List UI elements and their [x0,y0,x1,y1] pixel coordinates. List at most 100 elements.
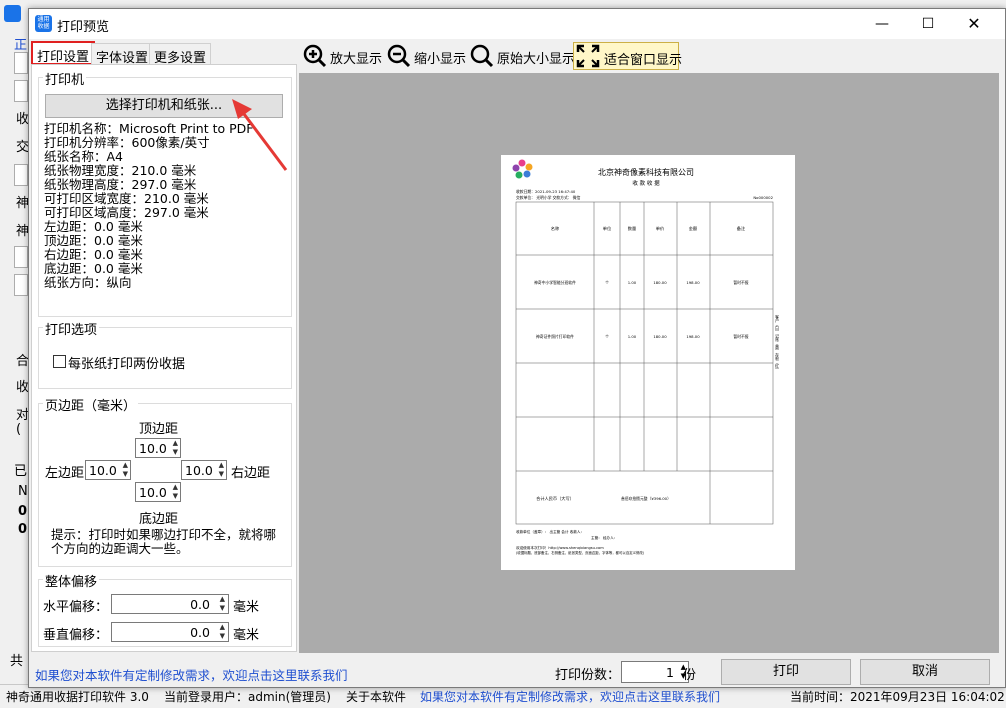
margins-group: 页边距（毫米） 顶边距 10.0 ▲ ▼ 左边距 10.0 ▲ ▼ 10.0 ▲ ▼ 右边距… [38,395,292,567]
print-options-group: 打印选项 每张纸打印两份收据 [38,319,292,389]
sign-line-2: 主管： 经办人： [591,535,617,540]
receipt-date: 收款日期：2021-09-23 16:47:40 [516,189,576,194]
orientation-info: 纸张方向：纵向 [44,275,132,290]
close-button[interactable]: ✕ [951,9,997,39]
dialog-title: 打印预览 [57,20,110,35]
bottom-margin-label: 底边距 [139,512,179,527]
original-size-button[interactable]: 原始大小显示 [470,42,575,70]
row2-unit: 个 [605,334,609,339]
vertical-offset-spinner[interactable]: 0.0 ▲ ▼ [111,622,229,642]
copies-label: 打印份数： [555,668,621,683]
zoom-in-button[interactable]: 放大显示 [303,42,383,70]
right-margin-spinner[interactable]: 10.0 ▲ ▼ [181,460,227,480]
receipt-footer-2: (收据标题、底部备注、右侧备注、纸张类型、页面边距、字体等，都可以自定义修改) [516,550,645,555]
paper-width: 纸张物理宽度：210.0 毫米 [44,163,197,178]
contact-link[interactable]: 如果您对本软件有定制修改需求，欢迎点击这里联系我们 [35,665,348,684]
row2-amount: 198.00 [686,334,700,339]
bg-char: 已 [14,464,28,479]
bg-field [14,80,28,102]
two-copies-checkbox[interactable] [53,355,66,368]
receipt-side-note: 客户（白）记账（黄）存根（红） [774,314,780,372]
paper-height: 纸张物理高度：297.0 毫米 [44,177,197,192]
row2-name: 神奇证件照片打印软件 [536,334,574,339]
printable-width: 可打印区域宽度：210.0 毫米 [44,191,209,206]
receipt-number: No000002 [753,195,773,200]
receipt-company: 北京神奇像素科技有限公司 [598,167,694,177]
row1-quantity: 1.00 [628,280,637,285]
minimize-button[interactable]: — [859,9,905,39]
printer-info: 打印机名称：Microsoft Print to PDF 打印机分辨率：600像… [44,122,253,290]
vertical-offset-unit: 毫米 [233,628,260,643]
copies-spinner[interactable]: 1 ▲ ▼ [621,661,689,683]
margins-title: 页边距（毫米） [43,395,139,414]
company-logo-icon [512,159,533,179]
receipt-title: 收 款 收 据 [632,179,660,187]
row1-name: 神奇中小学智能分班软件 [534,280,576,285]
print-preview-dialog: 通用收据 打印预览 — ☐ ✕ 打印设置 字体设置 更多设置 打印机 选择打印机… [28,8,1006,688]
margin-hint: 提示：打印时如果哪边打印不全，就将哪个方向的边距调大一些。 [51,527,277,556]
header-quantity: 数量 [628,225,636,232]
top-margin-spinner[interactable]: 10.0 ▲ ▼ [135,438,181,458]
bg-link: 如果您对本软件有定制修改需求，欢迎点击这里联系我们 [420,690,721,704]
printer-group-title: 打印机 [43,69,87,88]
total-label: 合计人民币（大写） [536,495,574,502]
bottom-bar: 如果您对本软件有定制修改需求，欢迎点击这里联系我们 打印份数： 1 ▲ ▼ 份 打印… [29,657,1005,687]
bg-char: 正 [14,38,28,53]
row2-quantity: 1.00 [628,334,637,339]
two-copies-label: 每张纸打印两份收据 [68,357,186,372]
background-left-strip: 正 收 交 神 神 合 收 对 ( 已 N 0 0 共 [0,30,30,680]
top-margin-label: 顶边距 [139,422,179,437]
row1-unit: 个 [605,280,609,285]
print-button[interactable]: 打印 [721,659,851,685]
tab-font-settings[interactable]: 字体设置 [91,43,154,66]
tab-print-settings[interactable]: 打印设置 [31,41,96,65]
bg-app-name: 神奇通用收据打印软件 3.0 [6,690,149,704]
row1-price: 180.00 [653,280,667,285]
copies-unit: 份 [683,668,697,683]
print-settings-panel: 打印机 选择打印机和纸张... 打印机名称：Microsoft Print to… [31,64,297,652]
receipt-footer-1: 欢迎使用本次打印！http://www.shenqixiangsu.com [516,545,604,550]
background-app-icon [4,5,21,22]
preview-area[interactable]: 北京神奇像素科技有限公司 收 款 收 据 收款日期：2021-09-23 16:… [299,73,999,653]
bg-char: 0 [18,522,28,537]
receipt-payer: 交款单位： 光明小学 交款方式： 微信 [516,195,581,200]
margin-right-info: 右边距：0.0 毫米 [44,247,143,262]
receipt-page: 北京神奇像素科技有限公司 收 款 收 据 收款日期：2021-09-23 16:… [501,155,795,570]
margin-bottom-info: 底边距：0.0 毫米 [44,261,143,276]
bg-field [14,52,28,74]
header-amount: 金额 [689,225,698,232]
vertical-offset-label: 垂直偏移： [43,628,109,643]
bg-time: 当前时间：2021年09月23日 16:04:02 [790,690,1005,704]
fit-window-button[interactable]: 适合窗口显示 [573,42,682,70]
margin-left-info: 左边距：0.0 毫米 [44,219,143,234]
maximize-button[interactable]: ☐ [905,9,951,39]
offset-group: 整体偏移 水平偏移： 0.0 ▲ ▼ 毫米 垂直偏移： 0.0 ▲ ▼ 毫米 [38,571,292,647]
printable-height: 可打印区域高度：297.0 毫米 [44,205,209,220]
header-price: 单价 [656,225,665,232]
printer-resolution: 打印机分辨率：600像素/英寸 [44,135,210,150]
bg-field [14,164,28,186]
bg-user: 当前登录用户：admin(管理员) [164,690,331,704]
cancel-button[interactable]: 取消 [860,659,990,685]
header-name: 名称 [551,225,559,232]
bg-field [14,274,28,296]
right-margin-label: 右边距 [231,466,271,481]
app-icon: 通用收据 [35,15,52,32]
horizontal-offset-spinner[interactable]: 0.0 ▲ ▼ [111,594,229,614]
left-margin-spinner[interactable]: 10.0 ▲ ▼ [85,460,131,480]
select-printer-button[interactable]: 选择打印机和纸张... [45,94,283,118]
tab-more-settings[interactable]: 更多设置 [149,43,212,66]
bottom-margin-spinner[interactable]: 10.0 ▲ ▼ [135,482,181,502]
printer-group: 打印机 选择打印机和纸张... 打印机名称：Microsoft Print to… [38,69,292,317]
bg-char: 共 [10,654,24,669]
row1-amount: 198.00 [686,280,700,285]
zoom-out-button[interactable]: 缩小显示 [387,42,467,70]
receipt-drawing: 北京神奇像素科技有限公司 收 款 收 据 收款日期：2021-09-23 16:… [512,159,781,555]
title-bar: 通用收据 打印预览 — ☐ ✕ [29,9,1005,39]
total-value: 叁佰玖拾捌元整（¥396.00） [621,496,671,501]
horizontal-offset-label: 水平偏移： [43,600,109,615]
print-options-title: 打印选项 [43,319,100,338]
bg-field [14,246,28,268]
zoom-out-icon [387,44,411,68]
row1-remark: 暂时不报 [733,280,748,285]
